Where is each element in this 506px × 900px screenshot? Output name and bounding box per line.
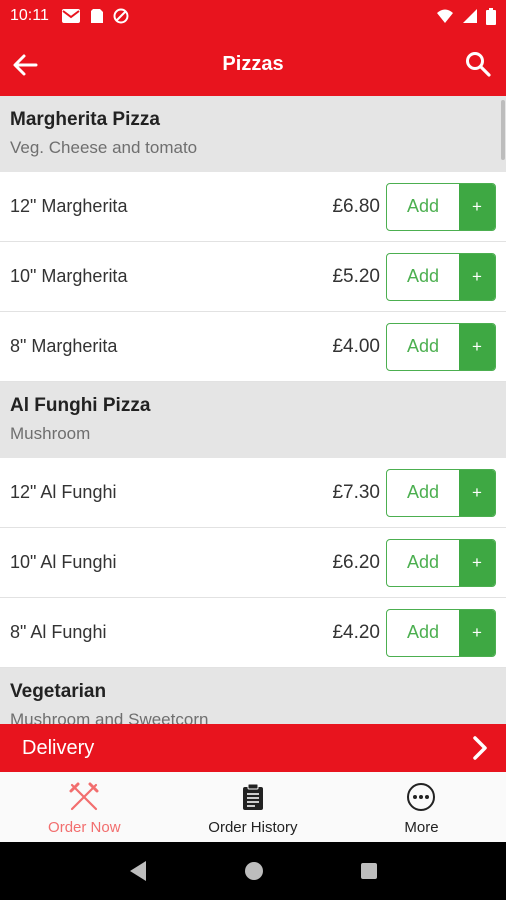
add-label[interactable]: Add — [387, 540, 459, 586]
plus-icon[interactable]: + — [459, 539, 495, 586]
page-title: Pizzas — [222, 52, 284, 75]
nav-label[interactable]: Order History — [208, 819, 297, 836]
section-header: Al Funghi Pizza Mushroom — [0, 382, 506, 458]
add-label[interactable]: Add — [387, 254, 459, 300]
item-price: £4.20 — [332, 621, 380, 643]
item-name: 10" Al Funghi — [10, 552, 117, 572]
add-button[interactable]: Add + — [386, 468, 496, 517]
item-price: £6.80 — [332, 195, 380, 217]
item-price: £4.00 — [332, 335, 380, 357]
plus-icon[interactable]: + — [459, 253, 495, 300]
add-button[interactable]: Add + — [386, 608, 496, 657]
add-label[interactable]: Add — [387, 470, 459, 516]
nav-item-order-now[interactable]: Order Now — [0, 772, 169, 842]
item-name: 10" Margherita — [10, 266, 128, 286]
add-label[interactable]: Add — [387, 184, 459, 230]
section-header: Vegetarian Mushroom and Sweetcorn — [0, 668, 506, 724]
delivery-label[interactable]: Delivery — [22, 737, 94, 760]
delivery-bar[interactable]: Delivery — [0, 724, 506, 772]
bottom-nav: Order Now Order History More — [0, 772, 506, 842]
item-name: 12" Al Funghi — [10, 482, 117, 502]
status-bar: 10:11 — [0, 0, 506, 32]
plus-icon[interactable]: + — [459, 609, 495, 656]
fork-knife-icon[interactable] — [67, 780, 101, 814]
nav-label[interactable]: Order Now — [48, 819, 121, 836]
section-description: Veg. Cheese and tomato — [10, 138, 198, 157]
back-arrow-icon[interactable] — [10, 50, 40, 80]
add-button[interactable]: Add + — [386, 322, 496, 371]
wifi-icon — [437, 9, 453, 23]
menu-item: 8" Al Funghi £4.20 Add + — [0, 598, 506, 668]
search-icon[interactable] — [464, 50, 492, 78]
add-label[interactable]: Add — [387, 324, 459, 370]
item-name: 12" Margherita — [10, 196, 128, 216]
section-name: Margherita Pizza — [10, 109, 160, 130]
add-label[interactable]: Add — [387, 610, 459, 656]
scrollbar[interactable] — [501, 100, 505, 160]
mail-icon — [61, 9, 80, 23]
plus-icon[interactable]: + — [459, 469, 495, 516]
no-disturb-icon — [113, 8, 129, 24]
item-price: £6.20 — [332, 551, 380, 573]
section-header: Margherita Pizza Veg. Cheese and tomato — [0, 96, 506, 172]
menu-item: 8" Margherita £4.00 Add + — [0, 312, 506, 382]
menu-item: 10" Margherita £5.20 Add + — [0, 242, 506, 312]
system-home-icon[interactable] — [244, 861, 264, 881]
nav-label[interactable]: More — [404, 819, 438, 836]
nav-item-more[interactable]: More — [337, 772, 506, 842]
section-description: Mushroom — [10, 424, 91, 443]
app-bar: Pizzas — [0, 32, 506, 96]
system-back-icon[interactable] — [128, 860, 148, 882]
system-nav-bar — [0, 842, 506, 900]
menu-item: 12" Al Funghi £7.30 Add + — [0, 458, 506, 528]
item-name: 8" Margherita — [10, 336, 118, 356]
system-recents-icon[interactable] — [360, 862, 378, 880]
add-button[interactable]: Add + — [386, 182, 496, 231]
item-name: 8" Al Funghi — [10, 622, 107, 642]
chevron-right-icon[interactable] — [468, 735, 492, 761]
clipboard-icon[interactable] — [236, 780, 270, 814]
battery-icon — [486, 7, 496, 25]
menu-item: 10" Al Funghi £6.20 Add + — [0, 528, 506, 598]
section-description: Mushroom and Sweetcorn — [10, 710, 209, 724]
section-name: Vegetarian — [10, 681, 107, 702]
status-time: 10:11 — [10, 7, 49, 24]
signal-icon — [463, 9, 477, 23]
plus-icon[interactable]: + — [459, 183, 495, 230]
item-price: £7.30 — [332, 481, 380, 503]
nav-item-order-history[interactable]: Order History — [169, 772, 338, 842]
add-button[interactable]: Add + — [386, 252, 496, 301]
plus-icon[interactable]: + — [459, 323, 495, 370]
more-circle-icon[interactable] — [404, 780, 438, 814]
item-price: £5.20 — [332, 265, 380, 287]
menu-item: 12" Margherita £6.80 Add + — [0, 172, 506, 242]
sim-card-icon — [90, 9, 103, 23]
menu-list[interactable]: Margherita Pizza Veg. Cheese and tomato … — [0, 96, 506, 724]
section-name: Al Funghi Pizza — [10, 395, 151, 416]
add-button[interactable]: Add + — [386, 538, 496, 587]
